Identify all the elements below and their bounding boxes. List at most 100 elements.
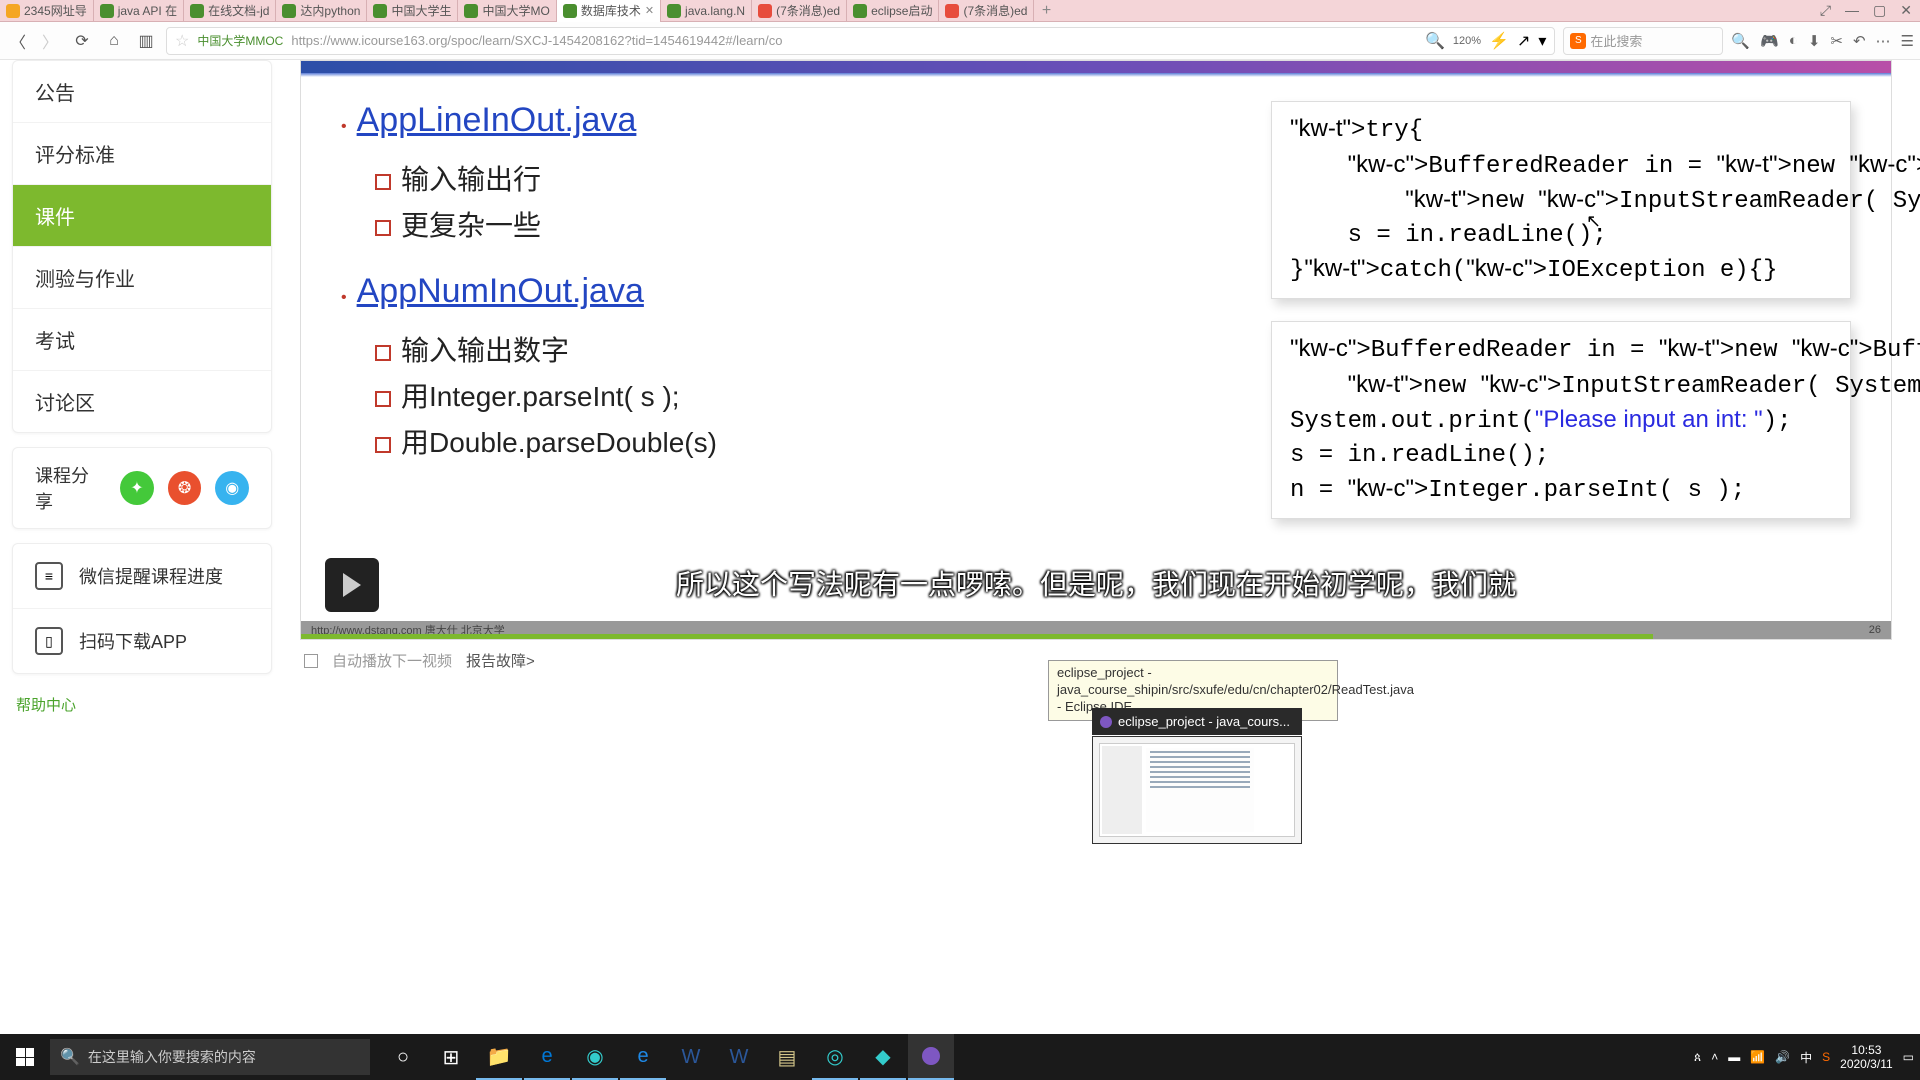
slide-text: •AppLineInOut.java 输入输出行 更复杂一些 •AppNumIn… (341, 101, 1241, 541)
search-placeholder: 在此搜索 (1590, 31, 1642, 50)
content-area: •AppLineInOut.java 输入输出行 更复杂一些 •AppNumIn… (272, 60, 1920, 1034)
window-minimize-icon[interactable]: — (1845, 2, 1859, 19)
browser-tab[interactable]: 中国大学MO (458, 0, 556, 22)
sidebar-item[interactable]: 公告 (13, 61, 271, 123)
volume-icon[interactable]: 🔊 (1775, 1050, 1790, 1064)
sidebar-item[interactable]: 讨论区 (13, 371, 271, 432)
share-label: 课程分享 (35, 462, 106, 514)
back-button[interactable]: 〈 (6, 29, 30, 53)
browser-tab[interactable]: java.lang.N (661, 0, 752, 22)
footer-right: 26 (1869, 624, 1881, 636)
site-label: 中国大学MMOC (197, 32, 283, 49)
clock[interactable]: 10:532020/3/11 (1840, 1043, 1893, 1072)
note-icon: ≡ (35, 562, 63, 590)
browser-tab[interactable]: (7条消息)ed (939, 0, 1034, 22)
wechat-icon[interactable]: ✦ (120, 471, 154, 505)
address-bar: 〈 〉 ⟳ ⌂ ▥ ☆ 中国大学MMOC https://www.icourse… (0, 22, 1920, 60)
ime-label[interactable]: 中 (1800, 1049, 1812, 1066)
window-close-icon[interactable]: ✕ (1900, 2, 1912, 19)
ie-icon[interactable]: e (620, 1034, 666, 1080)
help-link[interactable]: 帮助中心 (12, 688, 272, 721)
edge-icon[interactable]: e (524, 1034, 570, 1080)
sogou-tray-icon[interactable]: S (1822, 1050, 1830, 1064)
pin-icon[interactable]: ⤢ (1820, 2, 1831, 19)
word-icon[interactable]: W (668, 1034, 714, 1080)
play-button[interactable] (325, 558, 379, 612)
person-icon[interactable]: ጰ (1694, 1050, 1701, 1065)
browser360-icon[interactable]: ◉ (572, 1034, 618, 1080)
share-icon[interactable]: ↗ (1517, 31, 1530, 51)
undo-icon[interactable]: ↶ (1853, 32, 1866, 50)
notification-icon[interactable]: ▭ (1903, 1050, 1914, 1064)
chevron-up-icon[interactable]: ˄ (1711, 1050, 1718, 1064)
sidebar-item[interactable]: 考试 (13, 309, 271, 371)
app-icon[interactable]: ◆ (860, 1034, 906, 1080)
menu-icon[interactable]: ☰ (1901, 32, 1914, 50)
windows-search[interactable]: 🔍 在这里输入你要搜索的内容 (50, 1039, 370, 1075)
code-box-1: "kw-t">try{ "kw-c">BufferedReader in = "… (1271, 101, 1851, 299)
wifi-icon[interactable]: 📶 (1750, 1050, 1765, 1064)
taskbar-thumbnail[interactable] (1092, 736, 1302, 844)
weibo-icon[interactable]: ❂ (168, 471, 202, 505)
cortana-icon[interactable]: ○ (380, 1034, 426, 1080)
flash-icon[interactable]: ⚡ (1489, 31, 1509, 51)
download-app-button[interactable]: ▯ 扫码下载APP (13, 609, 271, 673)
zoom-percent: 120% (1453, 35, 1481, 47)
autoplay-checkbox[interactable] (304, 654, 318, 668)
word2-icon[interactable]: W (716, 1034, 762, 1080)
browser-icon[interactable]: ◎ (812, 1034, 858, 1080)
moon-icon[interactable]: ◐ (1789, 32, 1798, 49)
browser-tab[interactable]: 2345网址导 (0, 0, 94, 22)
sidebar-item[interactable]: 评分标准 (13, 123, 271, 185)
sidebar-item[interactable]: 课件 (13, 185, 271, 247)
browser-tab[interactable]: java API 在 (94, 0, 184, 22)
sogou-icon: S (1570, 33, 1586, 49)
explorer-icon[interactable]: 📁 (476, 1034, 522, 1080)
library-icon[interactable]: ▥ (134, 29, 158, 53)
home-button[interactable]: ⌂ (102, 29, 126, 53)
report-fault-link[interactable]: 报告故障> (466, 650, 535, 671)
url-text: https://www.icourse163.org/spoc/learn/SX… (291, 33, 1417, 48)
browser-tab[interactable]: (7条消息)ed (752, 0, 847, 22)
sidebar: 公告评分标准课件测验与作业考试讨论区 课程分享 ✦ ❂ ◉ ≡ 微信提醒课程进度… (0, 60, 272, 1034)
search-icon[interactable]: 🔍 (1731, 32, 1750, 50)
download-icon[interactable]: ⬇ (1808, 32, 1821, 50)
search-input[interactable]: S 在此搜索 (1563, 27, 1723, 55)
dropdown-icon[interactable]: ▾ (1538, 31, 1546, 51)
notes-icon[interactable]: ▤ (764, 1034, 810, 1080)
close-icon[interactable]: ✕ (645, 4, 654, 17)
phone-icon: ▯ (35, 627, 63, 655)
zoom-icon[interactable]: 🔍 (1425, 31, 1445, 51)
wechat-remind-button[interactable]: ≡ 微信提醒课程进度 (13, 544, 271, 609)
browser-tab[interactable]: 达内python (276, 0, 367, 22)
url-input[interactable]: ☆ 中国大学MMOC https://www.icourse163.org/sp… (166, 27, 1555, 55)
reload-button[interactable]: ⟳ (70, 29, 94, 53)
task-view-icon[interactable]: ⊞ (428, 1034, 474, 1080)
browser-tab[interactable]: 数据库技术✕ (557, 0, 661, 22)
window-maximize-icon[interactable]: ▢ (1873, 2, 1886, 19)
browser-tabbar: 2345网址导java API 在在线文档-jd达内python中国大学生中国大… (0, 0, 1920, 22)
cut-icon[interactable]: ✂ (1830, 32, 1843, 50)
sidebar-item[interactable]: 测验与作业 (13, 247, 271, 309)
thumbnail-header: eclipse_project - java_cours... (1092, 708, 1302, 735)
browser-tab[interactable]: 在线文档-jd (184, 0, 276, 22)
caption-text: 所以这个写法呢有一点啰嗦。但是呢，我们现在开始初学呢，我们就 (676, 567, 1516, 603)
search-icon: 🔍 (60, 1047, 80, 1067)
game-icon[interactable]: 🎮 (1760, 32, 1779, 50)
eclipse-icon (1100, 716, 1112, 728)
forward-button[interactable]: 〉 (38, 29, 62, 53)
video-slide: •AppLineInOut.java 输入输出行 更复杂一些 •AppNumIn… (300, 60, 1892, 640)
more-icon[interactable]: ⋯ (1876, 32, 1891, 50)
browser-tab[interactable]: 中国大学生 (367, 0, 458, 22)
share-row: 课程分享 ✦ ❂ ◉ (13, 448, 271, 528)
browser-tab[interactable]: eclipse启动 (847, 0, 939, 22)
qq-icon[interactable]: ◉ (215, 471, 249, 505)
code-box-2: "kw-c">BufferedReader in = "kw-t">new "k… (1271, 321, 1851, 519)
start-button[interactable] (0, 1034, 50, 1080)
new-tab-button[interactable]: + (1034, 2, 1058, 20)
progress-bar[interactable]: http://www.dstang.com 唐大仕 北京大学 26 (301, 621, 1891, 639)
eclipse-icon[interactable] (908, 1034, 954, 1080)
star-icon[interactable]: ☆ (175, 31, 189, 51)
autoplay-label: 自动播放下一视频 (332, 650, 452, 671)
battery-icon[interactable]: ▬ (1728, 1050, 1740, 1064)
